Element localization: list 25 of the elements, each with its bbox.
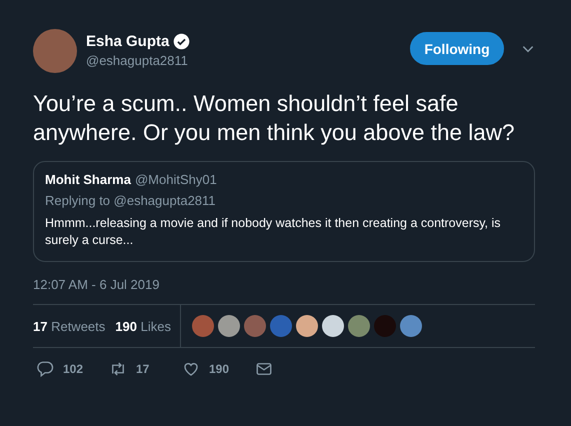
stat-link[interactable]: 190 Likes <box>115 318 171 334</box>
liker-avatar[interactable] <box>218 315 240 337</box>
quoted-tweet[interactable]: Mohit Sharma @MohitShy01 Replying to @eshagupta2811 Hmmm...releasing a movie and if nobody watches it then creating a controversy, is surely a curse... <box>33 161 535 262</box>
author-handle: @eshagupta2811 <box>86 53 189 68</box>
quoted-author-name: Mohit Sharma <box>45 172 131 187</box>
retweet-icon[interactable] <box>109 360 127 378</box>
reply-icon[interactable] <box>36 360 54 378</box>
avatar <box>33 29 77 73</box>
replying-to-text: Replying to @eshagupta2811 <box>45 193 217 208</box>
liker-avatar[interactable] <box>348 315 370 337</box>
quoted-text: Hmmm...releasing a movie and if nobody watches it then creating a controversy, is surely a curse... <box>45 215 502 249</box>
action-count: 102 <box>63 362 84 376</box>
stat-link[interactable]: 17 Retweets <box>33 318 106 334</box>
timestamp: 12:07 AM - 6 Jul 2019 <box>33 277 160 292</box>
tweet-text: You’re a scum.. Women shouldn’t feel safe anywhere. Or you men think you above the law? <box>33 90 516 147</box>
liker-avatar[interactable] <box>400 315 422 337</box>
liker-avatar[interactable] <box>296 315 318 337</box>
quoted-author-handle: @MohitShy01 <box>134 172 217 187</box>
envelope-icon[interactable] <box>255 360 273 378</box>
heart-icon[interactable] <box>182 360 200 378</box>
action-count: 17 <box>136 362 150 376</box>
action-count: 190 <box>209 362 230 376</box>
liker-avatar[interactable] <box>322 315 344 337</box>
author-name: Esha Gupta <box>86 33 170 50</box>
follow-button[interactable]: Following <box>410 32 504 65</box>
